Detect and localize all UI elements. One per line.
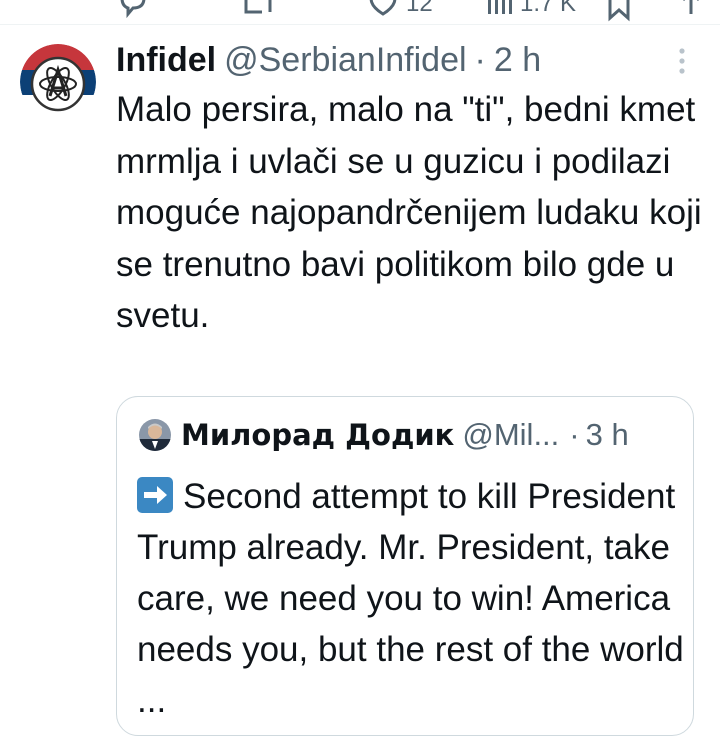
quoted-display-name: Милорад Додик (181, 418, 455, 452)
tweet-header: Infidel @SerbianInfidel · 2 h (116, 40, 541, 80)
share-icon (683, 0, 699, 14)
views-count: 1.7 K (520, 0, 577, 17)
quoted-timestamp: 3 h (585, 417, 629, 452)
bookmark-icon (608, 0, 630, 22)
bookmark-button[interactable] (604, 0, 634, 22)
quoted-tweet-header: Милорад Додик @Mil... · 3 h (139, 417, 629, 453)
retweet-icon (244, 0, 272, 14)
quoted-tweet-card[interactable]: Милорад Додик @Mil... · 3 h Second attem… (116, 396, 694, 736)
more-options-button[interactable] (672, 44, 692, 78)
quoted-user-handle: @Mil... (462, 417, 560, 452)
quoted-tweet-text-block: Second attempt to kill President Trump a… (137, 471, 685, 726)
more-vertical-icon (679, 48, 685, 74)
views-button[interactable]: 1.7 K (484, 0, 576, 22)
quoted-separator: · (569, 417, 580, 452)
previous-tweet-action-bar: 12 1.7 K (0, 0, 720, 22)
serbian-atheist-avatar (20, 44, 96, 120)
views-icon (488, 0, 512, 14)
tweet-text: Malo persira, malo na "ti", bedni kmet m… (116, 90, 702, 335)
heart-icon (369, 0, 397, 16)
like-count: 12 (406, 0, 433, 17)
quoted-tweet-text: Second attempt to kill President Trump a… (137, 477, 684, 720)
avatar[interactable] (20, 44, 96, 120)
display-name[interactable]: Infidel (116, 40, 216, 80)
separator: · (474, 41, 486, 79)
quoted-avatar (139, 419, 171, 451)
divider (0, 24, 720, 25)
timestamp[interactable]: 2 h (494, 40, 541, 80)
like-button[interactable]: 12 (366, 0, 433, 22)
reply-button[interactable] (118, 0, 148, 22)
right-arrow-emoji-icon (137, 477, 173, 513)
user-handle[interactable]: @SerbianInfidel (224, 40, 466, 80)
retweet-button[interactable] (240, 0, 276, 22)
reply-icon (120, 0, 146, 19)
share-button[interactable] (676, 0, 706, 22)
profile-photo (139, 419, 171, 451)
